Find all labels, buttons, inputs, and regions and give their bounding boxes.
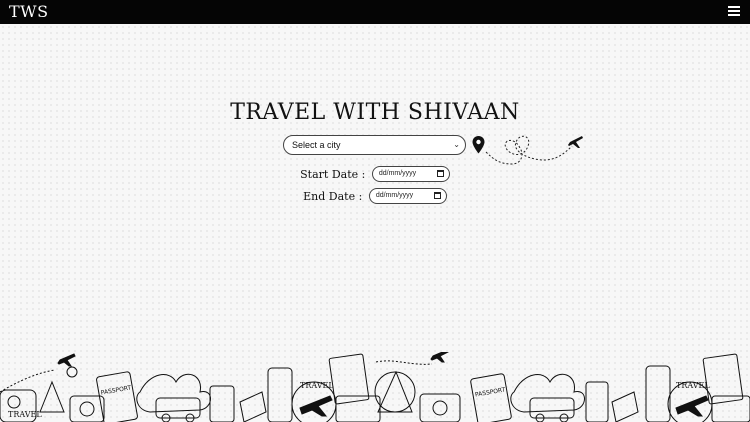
start-date-value: dd/mm/yyyy	[378, 170, 417, 177]
end-date-row: End Date : dd/mm/yyyy	[0, 188, 750, 204]
doodle-label: TRAVEL	[300, 381, 334, 390]
calendar-icon	[436, 170, 444, 177]
end-date-value: dd/mm/yyyy	[375, 192, 414, 199]
city-select[interactable]: Select a city ⌄	[283, 135, 466, 155]
navbar: TWS	[0, 0, 750, 24]
brand-logo[interactable]: TWS	[9, 0, 49, 24]
flower-icon	[136, 373, 211, 413]
map-icon	[239, 391, 267, 422]
travel-doodle-footer: TRAVEL PASSPORT TRAVEL PASSPORT TRAVEL	[0, 352, 750, 422]
doodle-label: PASSPORT	[100, 384, 132, 396]
doodle-label: TRAVEL	[676, 381, 710, 390]
chevron-down-icon: ⌄	[453, 140, 460, 149]
heart-flight-path-icon	[485, 135, 583, 165]
end-date-input[interactable]: dd/mm/yyyy	[368, 188, 447, 204]
start-date-label: Start Date :	[300, 167, 366, 181]
city-select-value: Select a city	[292, 140, 341, 150]
calendar-icon	[433, 192, 441, 199]
page-title: TRAVEL WITH SHIVAAN	[230, 100, 520, 125]
start-date-row: Start Date : dd/mm/yyyy	[0, 166, 750, 182]
van-icon	[155, 397, 201, 419]
hamburger-menu-icon[interactable]	[728, 6, 740, 18]
airplane-icon	[299, 395, 333, 417]
doodle-label: TRAVEL	[8, 410, 42, 419]
doodle-label: PASSPORT	[474, 386, 506, 398]
camera-icon	[69, 395, 105, 422]
end-date-label: End Date :	[303, 189, 363, 203]
start-date-input[interactable]: dd/mm/yyyy	[371, 166, 450, 182]
globe-icon	[66, 366, 78, 378]
